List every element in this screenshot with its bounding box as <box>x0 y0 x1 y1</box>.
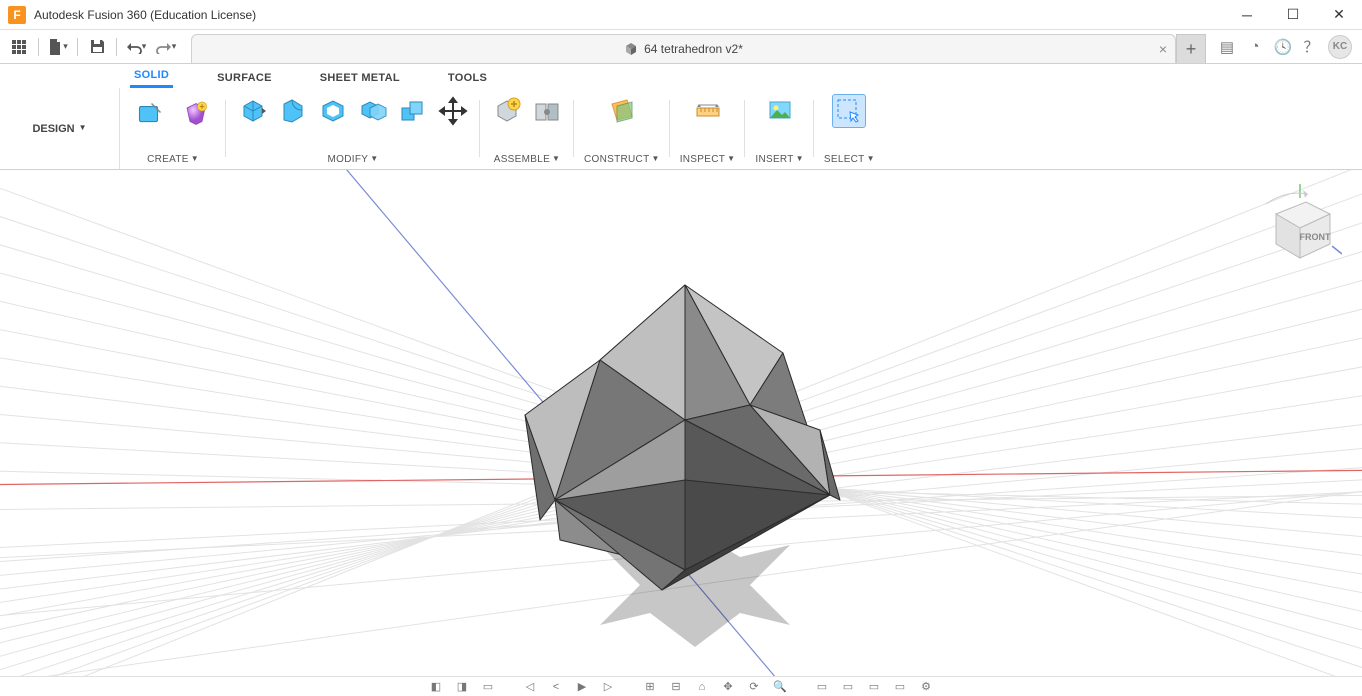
construct-plane-tool[interactable] <box>605 94 639 128</box>
nav-icon[interactable]: 🔍 <box>771 680 789 694</box>
help-icon[interactable]: ？ <box>1300 36 1322 58</box>
nav-icon[interactable]: ⌂ <box>693 680 711 694</box>
save-button[interactable] <box>84 34 110 60</box>
tab-solid[interactable]: SOLID <box>130 65 173 88</box>
nav-icon[interactable]: ⊞ <box>641 680 659 694</box>
align-tool[interactable] <box>396 94 430 128</box>
nav-icon[interactable]: ⊟ <box>667 680 685 694</box>
joint-tool[interactable] <box>530 94 564 128</box>
app-icon: F <box>8 6 26 24</box>
model[interactable] <box>525 285 840 590</box>
measure-tool[interactable] <box>691 94 725 128</box>
nav-icon[interactable]: ▭ <box>865 680 883 694</box>
nav-icon[interactable]: ⟳ <box>745 680 763 694</box>
data-panel-button[interactable] <box>6 34 32 60</box>
canvas-svg <box>0 170 1362 676</box>
new-tab-button[interactable]: + <box>1176 34 1206 63</box>
quick-access-row: ▾ ▾ ▾ 64 tetrahedron v2* × + ▤ ◔ 🕓 ？ <box>0 30 1362 64</box>
viewcube[interactable]: FRONT <box>1256 184 1342 270</box>
group-inspect: INSPECT▼ <box>670 88 746 169</box>
updates-icon[interactable]: 🕓 <box>1272 36 1294 58</box>
viewport[interactable]: FRONT <box>0 170 1362 676</box>
window-title: Autodesk Fusion 360 (Education License) <box>34 8 256 22</box>
group-construct-label: CONSTRUCT <box>584 154 649 165</box>
maximize-button[interactable]: ☐ <box>1270 0 1316 30</box>
move-tool[interactable] <box>436 94 470 128</box>
group-select: SELECT▼ <box>814 88 885 169</box>
close-tab-button[interactable]: × <box>1159 41 1167 57</box>
group-insert-label: INSERT <box>755 154 793 165</box>
group-assemble: ASSEMBLE▼ <box>480 88 574 169</box>
nav-icon[interactable]: ▭ <box>479 680 497 694</box>
nav-icon[interactable]: ◁ <box>521 680 539 694</box>
nav-icon[interactable]: ✥ <box>719 680 737 694</box>
nav-icon[interactable]: < <box>547 680 565 694</box>
group-create: CREATE▼ <box>120 88 226 169</box>
close-button[interactable]: ✕ <box>1316 0 1362 30</box>
select-tool[interactable] <box>832 94 866 128</box>
workspace-picker[interactable]: DESIGN▼ <box>0 88 120 169</box>
nav-icon[interactable]: ⚙ <box>917 680 935 694</box>
group-assemble-label: ASSEMBLE <box>494 154 550 165</box>
user-avatar[interactable]: KC <box>1328 35 1352 59</box>
press-pull-tool[interactable] <box>236 94 270 128</box>
new-sketch-tool[interactable] <box>130 94 170 134</box>
workspace-label: DESIGN <box>32 123 74 135</box>
nav-icon[interactable]: ◧ <box>427 680 445 694</box>
viewcube-face-label: FRONT <box>1300 232 1331 242</box>
tab-sheet-metal[interactable]: SHEET METAL <box>316 68 404 88</box>
document-icon <box>624 42 638 56</box>
nav-icon[interactable]: ▷ <box>599 680 617 694</box>
fillet-tool[interactable] <box>276 94 310 128</box>
undo-button[interactable]: ▾ <box>123 34 149 60</box>
minimize-button[interactable]: ─ <box>1224 0 1270 30</box>
extensions-icon[interactable]: ▤ <box>1216 36 1238 58</box>
group-modify-label: MODIFY <box>328 154 369 165</box>
titlebar: F Autodesk Fusion 360 (Education License… <box>0 0 1362 30</box>
redo-button[interactable]: ▾ <box>153 34 179 60</box>
document-tab-label: 64 tetrahedron v2* <box>644 42 743 56</box>
nav-icon[interactable]: ▭ <box>891 680 909 694</box>
group-construct: CONSTRUCT▼ <box>574 88 670 169</box>
group-select-label: SELECT <box>824 154 865 165</box>
navigation-bar: ◧ ◨ ▭ ◁ < ▶ ▷ ⊞ ⊟ ⌂ ✥ ⟳ 🔍 ▭ ▭ ▭ ▭ ⚙ <box>0 676 1362 696</box>
job-status-icon[interactable]: ◔ <box>1244 36 1266 58</box>
create-form-tool[interactable] <box>176 94 216 134</box>
shell-tool[interactable] <box>316 94 350 128</box>
nav-icon[interactable]: ◨ <box>453 680 471 694</box>
ribbon: DESIGN▼ CREATE▼ MODIFY▼ AS <box>0 88 1362 170</box>
document-tab[interactable]: 64 tetrahedron v2* × <box>191 34 1176 63</box>
group-insert: INSERT▼ <box>745 88 814 169</box>
tab-tools[interactable]: TOOLS <box>444 68 491 88</box>
tab-surface[interactable]: SURFACE <box>213 68 276 88</box>
group-inspect-label: INSPECT <box>680 154 725 165</box>
nav-icon[interactable]: ▭ <box>813 680 831 694</box>
nav-icon[interactable]: ▭ <box>839 680 857 694</box>
group-create-label: CREATE <box>147 154 189 165</box>
insert-tool[interactable] <box>763 94 797 128</box>
combine-tool[interactable] <box>356 94 390 128</box>
new-component-tool[interactable] <box>490 94 524 128</box>
ribbon-tabs: SOLID SURFACE SHEET METAL TOOLS <box>0 64 1362 88</box>
group-modify: MODIFY▼ <box>226 88 480 169</box>
nav-icon[interactable]: ▶ <box>573 680 591 694</box>
file-menu-button[interactable]: ▾ <box>45 34 71 60</box>
